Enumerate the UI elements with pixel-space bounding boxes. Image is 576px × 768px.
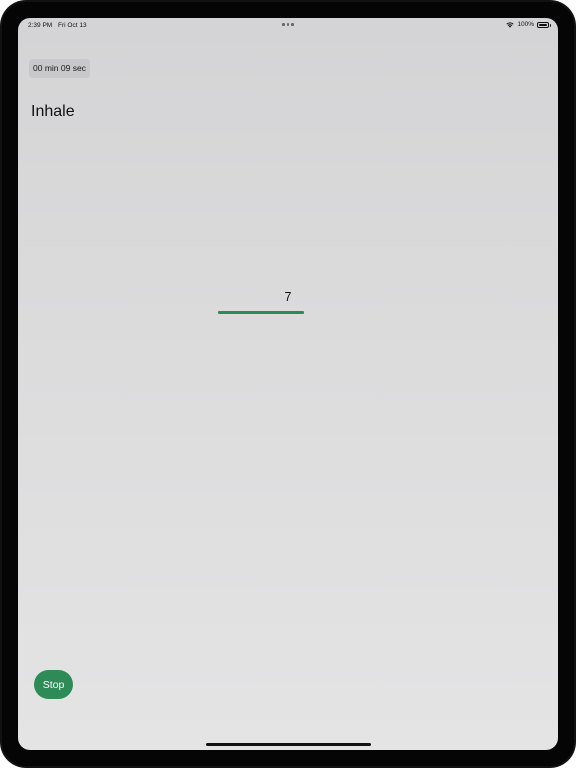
home-indicator[interactable] bbox=[206, 743, 371, 746]
breath-progress-bar bbox=[218, 311, 304, 314]
stop-button[interactable]: Stop bbox=[34, 670, 73, 699]
status-bar: 2:39 PM Fri Oct 13 100% bbox=[18, 18, 558, 36]
breath-count: 7 bbox=[284, 290, 292, 304]
battery-icon bbox=[537, 21, 551, 28]
breath-phase-label: Inhale bbox=[31, 103, 75, 120]
elapsed-time-badge: 00 min 09 sec bbox=[29, 59, 90, 78]
status-indicators: 100% bbox=[506, 21, 551, 28]
app-screen: 2:39 PM Fri Oct 13 100% 00 min 09 sec In… bbox=[18, 18, 558, 750]
battery-percent: 100% bbox=[517, 21, 534, 28]
multitasking-dots-icon[interactable] bbox=[282, 23, 294, 26]
status-date: Fri Oct 13 bbox=[58, 22, 87, 29]
wifi-icon bbox=[506, 21, 514, 28]
device-frame: 2:39 PM Fri Oct 13 100% 00 min 09 sec In… bbox=[0, 0, 576, 768]
status-time: 2:39 PM bbox=[28, 22, 53, 29]
status-time-date: 2:39 PM Fri Oct 13 bbox=[28, 22, 87, 29]
breath-progress-fill bbox=[218, 311, 304, 314]
